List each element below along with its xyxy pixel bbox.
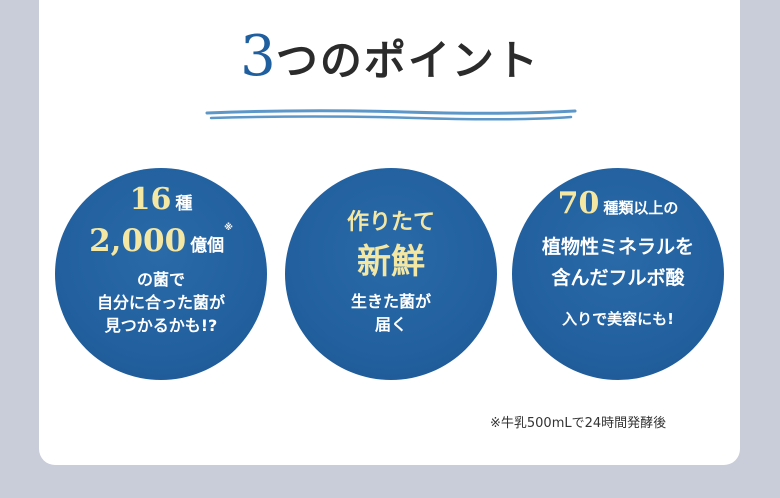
point-circle-2: 作りたて 新鮮 生きた菌が 届く — [285, 168, 497, 380]
point1-line1: 16 種 — [129, 182, 193, 217]
point-circle-1: 16 種 2,000 億個※ の菌で 自分に合った菌が 見つかるかも!? — [55, 168, 267, 380]
point2-line1: 作りたて — [346, 210, 435, 235]
footnote: ※牛乳500mLで24時間発酵後 — [490, 416, 667, 431]
point1-line2: 2,000 億個※ — [89, 223, 233, 259]
point1-line5: 見つかるかも!? — [104, 316, 218, 335]
point3-line1: 70 種類以上の — [557, 186, 679, 221]
point-circle-3: 70 種類以上の 植物性ミネラルを 含んだフルボ酸 入りで美容にも! — [512, 168, 724, 380]
title-number: 3 — [240, 24, 276, 89]
title-underline-decoration — [205, 109, 577, 121]
point2-line3: 生きた菌が — [350, 292, 431, 311]
point1-line3: の菌で — [136, 270, 185, 289]
point1-line4: 自分に合った菌が — [96, 293, 225, 312]
point3-line3: 含んだフルボ酸 — [551, 267, 685, 289]
section-title: 3つのポイント — [0, 24, 780, 94]
point2-line2: 新鮮 — [357, 242, 425, 282]
point2-line4: 届く — [374, 315, 407, 334]
point3-line4: 入りで美容にも! — [562, 310, 674, 328]
point3-line2: 植物性ミネラルを — [541, 236, 694, 258]
title-text: つのポイント — [275, 36, 540, 85]
